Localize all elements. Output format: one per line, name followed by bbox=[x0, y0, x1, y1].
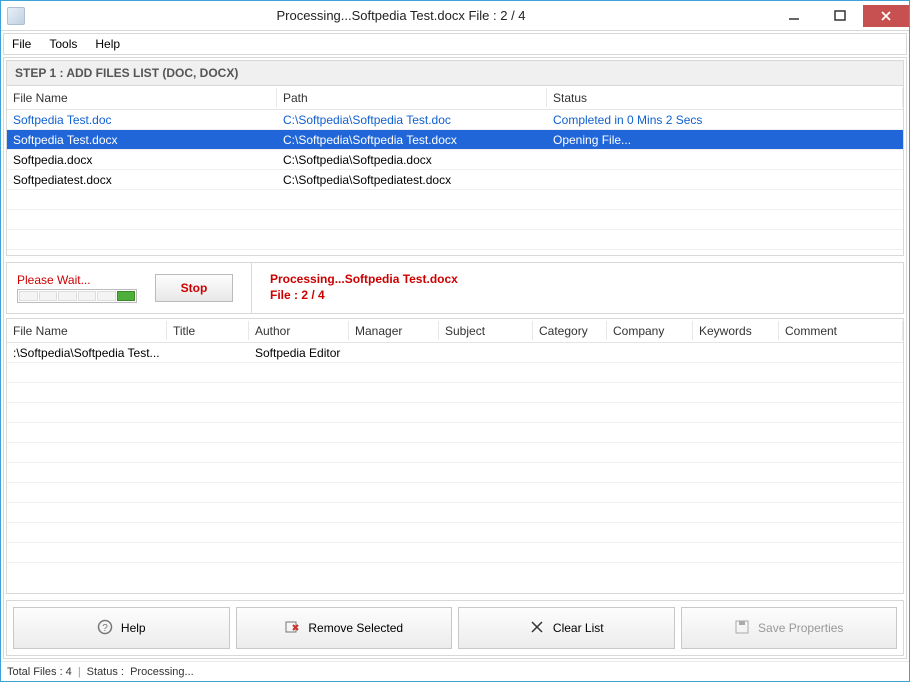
help-icon: ? bbox=[97, 619, 113, 638]
cell-status: Completed in 0 Mins 2 Secs bbox=[547, 113, 903, 127]
clear-list-label: Clear List bbox=[553, 621, 604, 635]
menu-file[interactable]: File bbox=[12, 37, 31, 51]
cell-path: C:\Softpedia\Softpedia Test.doc bbox=[277, 113, 547, 127]
please-wait-label: Please Wait... bbox=[17, 273, 137, 287]
col2-title[interactable]: Title bbox=[167, 321, 249, 340]
cell-filename: Softpedia.docx bbox=[7, 153, 277, 167]
table-row-empty bbox=[7, 210, 903, 230]
table-row[interactable]: Softpediatest.docxC:\Softpedia\Softpedia… bbox=[7, 170, 903, 190]
remove-selected-label: Remove Selected bbox=[308, 621, 403, 635]
app-icon bbox=[7, 7, 25, 25]
col-filename[interactable]: File Name bbox=[7, 88, 277, 107]
cell-filename: Softpedia Test.docx bbox=[7, 133, 277, 147]
save-icon bbox=[734, 619, 750, 638]
minimize-button[interactable] bbox=[771, 5, 817, 27]
table-row-empty bbox=[7, 363, 903, 383]
remove-icon bbox=[284, 619, 300, 638]
close-button[interactable] bbox=[863, 5, 909, 27]
properties-table: File Name Title Author Manager Subject C… bbox=[6, 318, 904, 594]
files-table: File Name Path Status Softpedia Test.doc… bbox=[6, 86, 904, 256]
properties-table-header: File Name Title Author Manager Subject C… bbox=[7, 319, 903, 343]
status-value: Processing... bbox=[130, 666, 194, 678]
table-row-empty bbox=[7, 403, 903, 423]
col2-keywords[interactable]: Keywords bbox=[693, 321, 779, 340]
status-total-files: Total Files : 4 bbox=[7, 666, 72, 678]
table-row-empty bbox=[7, 463, 903, 483]
cell-author: Softpedia Editor bbox=[249, 346, 349, 360]
table-row-empty bbox=[7, 483, 903, 503]
cell-path: C:\Softpedia\Softpedia.docx bbox=[277, 153, 547, 167]
cell-status: Opening File... bbox=[547, 133, 857, 147]
col2-filename[interactable]: File Name bbox=[7, 321, 167, 340]
svg-text:?: ? bbox=[102, 623, 108, 634]
table-row-empty bbox=[7, 423, 903, 443]
maximize-button[interactable] bbox=[817, 5, 863, 27]
step-header: STEP 1 : ADD FILES LIST (DOC, DOCX) bbox=[6, 60, 904, 86]
table-row-empty bbox=[7, 383, 903, 403]
table-row[interactable]: Softpedia Test.docC:\Softpedia\Softpedia… bbox=[7, 110, 903, 130]
col2-category[interactable]: Category bbox=[533, 321, 607, 340]
col2-subject[interactable]: Subject bbox=[439, 321, 533, 340]
table-row[interactable]: Softpedia Test.docxC:\Softpedia\Softpedi… bbox=[7, 130, 903, 150]
menu-tools[interactable]: Tools bbox=[49, 37, 77, 51]
menubar: File Tools Help bbox=[3, 33, 907, 55]
table-row[interactable]: Softpedia.docxC:\Softpedia\Softpedia.doc… bbox=[7, 150, 903, 170]
table-row-empty bbox=[7, 503, 903, 523]
cell-filename: Softpediatest.docx bbox=[7, 173, 277, 187]
progress-panel: Please Wait... Stop Processing...Softped… bbox=[6, 262, 904, 314]
content-area: STEP 1 : ADD FILES LIST (DOC, DOCX) File… bbox=[3, 57, 907, 659]
cell-path: C:\Softpedia\Softpedia Test.docx bbox=[277, 133, 547, 147]
menu-help[interactable]: Help bbox=[95, 37, 120, 51]
clear-icon bbox=[529, 619, 545, 638]
remove-selected-button[interactable]: Remove Selected bbox=[236, 607, 453, 649]
clear-list-button[interactable]: Clear List bbox=[458, 607, 675, 649]
statusbar: Total Files : 4 | Status : Processing... bbox=[1, 661, 909, 681]
save-properties-button[interactable]: Save Properties bbox=[681, 607, 898, 649]
button-row: ? Help Remove Selected Clear List Save P… bbox=[6, 600, 904, 656]
processing-status: Processing...Softpedia Test.docx File : … bbox=[270, 272, 458, 303]
col2-comment[interactable]: Comment bbox=[779, 321, 903, 340]
divider bbox=[251, 263, 252, 313]
col2-manager[interactable]: Manager bbox=[349, 321, 439, 340]
cell-filename: :\Softpedia\Softpedia Test... bbox=[7, 346, 167, 360]
save-properties-label: Save Properties bbox=[758, 621, 843, 635]
table-row-empty bbox=[7, 443, 903, 463]
table-row-empty bbox=[7, 190, 903, 210]
help-button[interactable]: ? Help bbox=[13, 607, 230, 649]
col2-company[interactable]: Company bbox=[607, 321, 693, 340]
col-path[interactable]: Path bbox=[277, 88, 547, 107]
table-row-empty bbox=[7, 523, 903, 543]
table-row[interactable]: :\Softpedia\Softpedia Test... Softpedia E… bbox=[7, 343, 903, 363]
help-button-label: Help bbox=[121, 621, 146, 635]
cell-path: C:\Softpedia\Softpediatest.docx bbox=[277, 173, 547, 187]
table-row-empty bbox=[7, 230, 903, 250]
window-controls bbox=[771, 5, 909, 27]
processing-line1: Processing...Softpedia Test.docx bbox=[270, 272, 458, 288]
col-status[interactable]: Status bbox=[547, 88, 903, 107]
titlebar: Processing...Softpedia Test.docx File : … bbox=[1, 1, 909, 31]
col2-author[interactable]: Author bbox=[249, 321, 349, 340]
window-title: Processing...Softpedia Test.docx File : … bbox=[31, 8, 771, 23]
status-label: Status : bbox=[87, 666, 124, 678]
progress-bar bbox=[17, 289, 137, 303]
stop-button[interactable]: Stop bbox=[155, 274, 233, 302]
table-row-empty bbox=[7, 543, 903, 563]
files-table-header: File Name Path Status bbox=[7, 86, 903, 110]
processing-line2: File : 2 / 4 bbox=[270, 288, 458, 304]
cell-filename: Softpedia Test.doc bbox=[7, 113, 277, 127]
